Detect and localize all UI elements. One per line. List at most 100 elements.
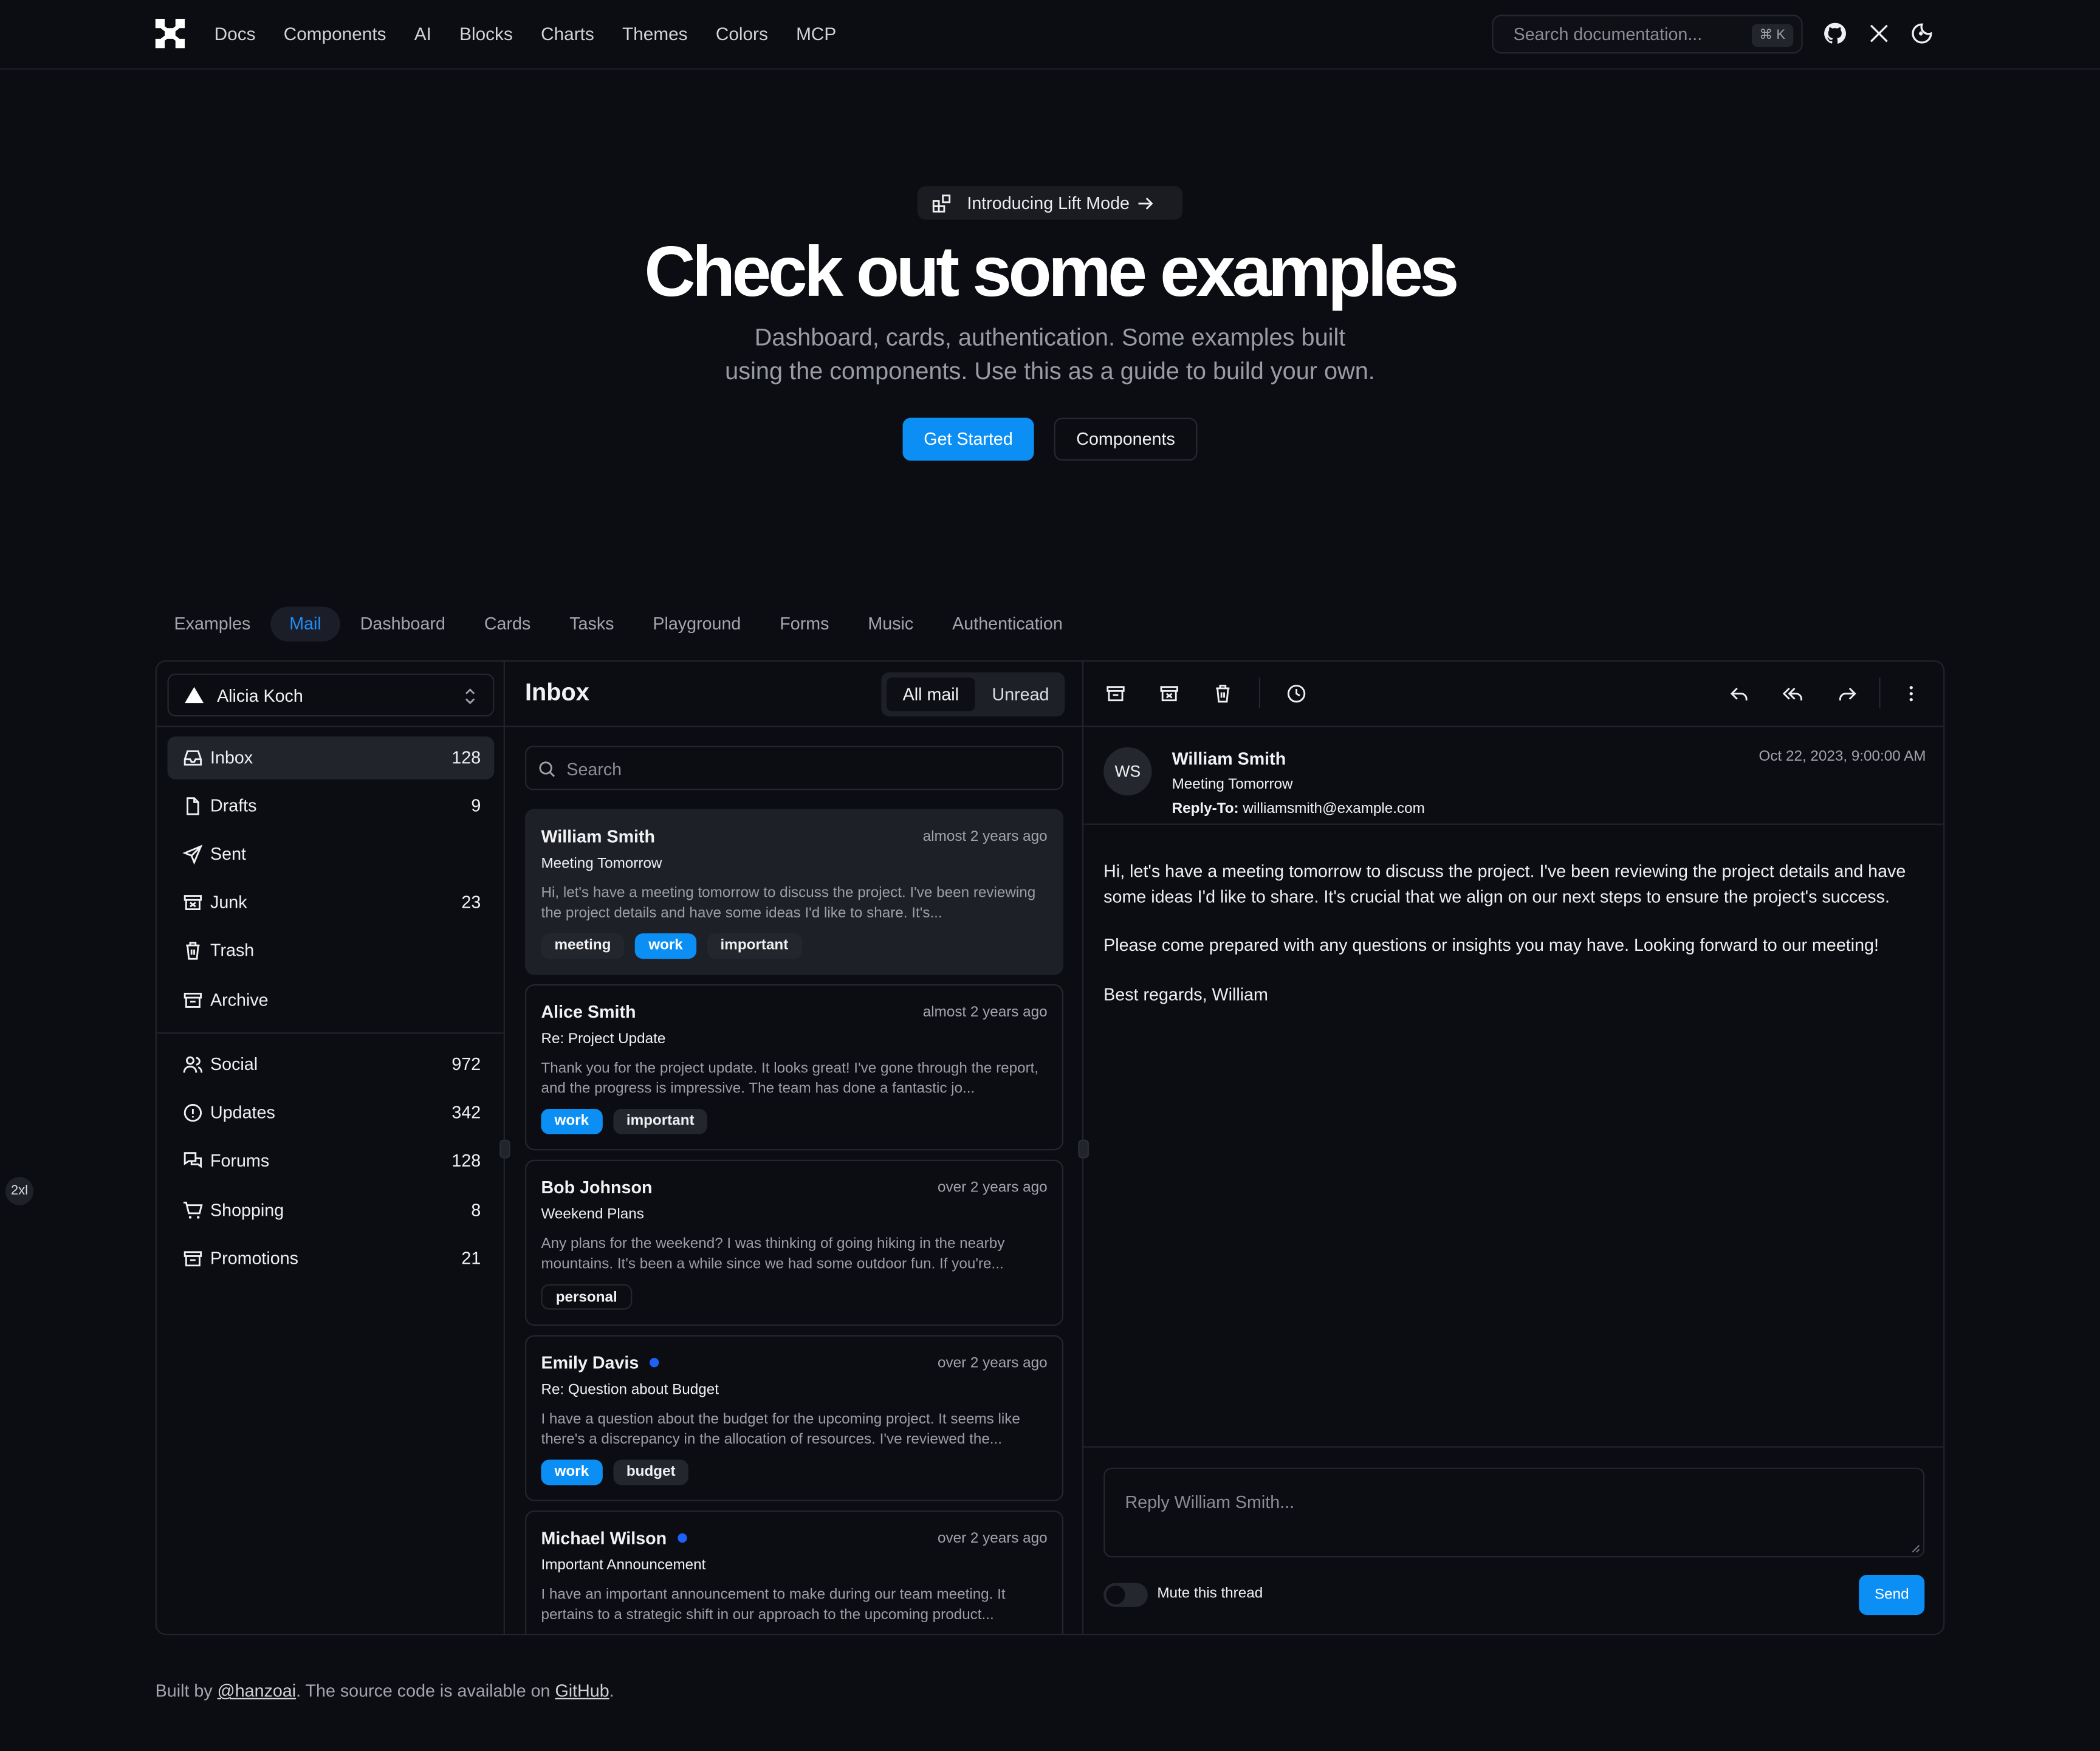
sidebar-item-shopping[interactable]: Shopping 8 bbox=[168, 1189, 495, 1232]
components-button[interactable]: Components bbox=[1054, 417, 1198, 461]
trash-icon[interactable] bbox=[1212, 683, 1234, 704]
mail-item[interactable]: William Smith almost 2 years ago Meeting… bbox=[525, 809, 1064, 975]
divider bbox=[1083, 725, 1944, 727]
tab-examples[interactable]: Examples bbox=[156, 606, 270, 641]
account-switcher[interactable]: Alicia Koch bbox=[167, 673, 495, 717]
layout-icon bbox=[932, 194, 951, 212]
tab-forms[interactable]: Forms bbox=[761, 606, 848, 641]
footer-middle: . The source code is available on bbox=[296, 1681, 555, 1701]
footer-suffix: . bbox=[609, 1681, 614, 1701]
label-badge: important bbox=[707, 933, 802, 959]
tab-music[interactable]: Music bbox=[849, 606, 933, 641]
reply-textarea[interactable]: Reply William Smith... bbox=[1103, 1467, 1925, 1558]
sidebar-item-drafts[interactable]: Drafts 9 bbox=[168, 785, 495, 828]
docs-search-input[interactable]: Search documentation... ⌘ K bbox=[1492, 15, 1803, 54]
vercel-triangle-icon bbox=[185, 687, 204, 704]
sidebar-item-forums[interactable]: Forums 128 bbox=[168, 1140, 495, 1183]
theme-toggle-icon[interactable] bbox=[1910, 21, 1934, 46]
logo-icon[interactable] bbox=[155, 18, 185, 49]
archive-icon[interactable] bbox=[1105, 683, 1126, 704]
footer-github-link[interactable]: GitHub bbox=[555, 1681, 609, 1701]
body-paragraph: Best regards, William bbox=[1103, 983, 1268, 1004]
mail-item[interactable]: Alice Smith almost 2 years ago Re: Proje… bbox=[525, 984, 1064, 1151]
users-icon bbox=[183, 1056, 203, 1073]
label-badge: personal bbox=[541, 1284, 633, 1310]
nav-link-docs[interactable]: Docs bbox=[214, 22, 256, 47]
mail-item[interactable]: Emily Davis over 2 years ago Re: Questio… bbox=[525, 1335, 1064, 1501]
nav-link-themes[interactable]: Themes bbox=[622, 22, 688, 47]
announcement-text: Introducing Lift Mode bbox=[967, 193, 1130, 213]
sidebar-item-inbox[interactable]: Inbox 128 bbox=[167, 736, 495, 780]
mail-labels: work budget bbox=[541, 1459, 689, 1485]
sidebar-item-label: Promotions bbox=[210, 1248, 298, 1269]
tab-mail[interactable]: Mail bbox=[270, 606, 340, 642]
cart-icon bbox=[183, 1201, 203, 1219]
mail-labels: work important bbox=[541, 1108, 708, 1134]
mail-sender-name: Alice Smith bbox=[541, 1001, 636, 1022]
forward-icon[interactable] bbox=[1836, 683, 1858, 704]
announcement-pill[interactable]: Introducing Lift Mode bbox=[917, 186, 1183, 220]
mail-sender: Bob Johnson bbox=[541, 1177, 652, 1197]
mail-preview: Thank you for the project update. It loo… bbox=[541, 1060, 1039, 1097]
mail-sender-name: William Smith bbox=[541, 826, 656, 846]
reply-all-icon[interactable] bbox=[1782, 683, 1804, 704]
tab-tasks[interactable]: Tasks bbox=[551, 606, 633, 641]
sidebar-item-trash[interactable]: Trash bbox=[168, 930, 495, 973]
filter-unread[interactable]: Unread bbox=[980, 677, 1060, 711]
footer-author-link[interactable]: @hanzoai bbox=[218, 1681, 296, 1701]
mail-item[interactable]: Michael Wilson over 2 years ago Importan… bbox=[525, 1510, 1064, 1634]
clock-icon[interactable] bbox=[1286, 683, 1307, 704]
more-vertical-icon[interactable] bbox=[1901, 683, 1922, 704]
label-badge: budget bbox=[612, 1459, 689, 1485]
mail-item[interactable]: Bob Johnson over 2 years ago Weekend Pla… bbox=[525, 1159, 1064, 1326]
tab-authentication[interactable]: Authentication bbox=[933, 606, 1081, 641]
reader-sender-name: William Smith bbox=[1172, 749, 1286, 769]
sidebar-item-updates[interactable]: Updates 342 bbox=[168, 1091, 495, 1134]
arrow-right-icon bbox=[1139, 197, 1154, 209]
messages-icon bbox=[184, 1152, 202, 1168]
page-title: Check out some examples bbox=[644, 233, 1459, 312]
nav-link-colors[interactable]: Colors bbox=[716, 22, 768, 47]
reply-icon[interactable] bbox=[1729, 683, 1750, 704]
mail-preview: I have a question about the budget for t… bbox=[541, 1411, 1020, 1448]
tab-cards[interactable]: Cards bbox=[465, 606, 549, 641]
mail-search-input[interactable]: Search bbox=[525, 745, 1064, 790]
x-twitter-icon[interactable] bbox=[1868, 22, 1890, 44]
sidebar-item-label: Junk bbox=[210, 891, 247, 912]
nav-link-blocks[interactable]: Blocks bbox=[459, 22, 513, 47]
label-badge: work bbox=[541, 1108, 603, 1134]
mute-thread-switch[interactable] bbox=[1103, 1583, 1148, 1607]
mail-sidebar: Alicia Koch Inbox 128 Drafts 9 Sent Junk… bbox=[156, 661, 505, 1634]
inbox-title: Inbox bbox=[525, 679, 589, 706]
nav-link-charts[interactable]: Charts bbox=[541, 22, 594, 47]
resize-grip-icon[interactable] bbox=[1911, 1544, 1920, 1553]
filter-all-mail[interactable]: All mail bbox=[887, 677, 975, 711]
sidebar-item-sent[interactable]: Sent bbox=[168, 833, 495, 876]
search-shortcut: ⌘ K bbox=[1751, 24, 1794, 47]
nav-link-components[interactable]: Components bbox=[284, 22, 386, 47]
nav-link-ai[interactable]: AI bbox=[414, 22, 431, 47]
reply-placeholder: Reply William Smith... bbox=[1125, 1492, 1295, 1512]
send-button[interactable]: Send bbox=[1859, 1575, 1925, 1616]
divider bbox=[1083, 823, 1944, 825]
sidebar-item-social[interactable]: Social 972 bbox=[168, 1043, 495, 1086]
sidebar-item-junk[interactable]: Junk 23 bbox=[168, 881, 495, 924]
mail-subject: Important Announcement bbox=[541, 1557, 706, 1574]
tab-playground[interactable]: Playground bbox=[634, 606, 760, 641]
sidebar-item-count: 8 bbox=[471, 1199, 481, 1220]
tab-dashboard[interactable]: Dashboard bbox=[341, 606, 464, 641]
sidebar-item-promotions[interactable]: Promotions 21 bbox=[168, 1238, 495, 1281]
archive-x-icon[interactable] bbox=[1159, 683, 1180, 704]
mail-app: Alicia Koch Inbox 128 Drafts 9 Sent Junk… bbox=[155, 660, 1945, 1636]
reader-subject: Meeting Tomorrow bbox=[1172, 776, 1293, 793]
nav-link-mcp[interactable]: MCP bbox=[796, 22, 836, 47]
search-placeholder: Search documentation... bbox=[1513, 24, 1703, 44]
search-icon bbox=[539, 761, 555, 777]
reader-body: Hi, let's have a meeting tomorrow to dis… bbox=[1103, 860, 1934, 1031]
sidebar-item-archive[interactable]: Archive bbox=[168, 979, 495, 1022]
get-started-button[interactable]: Get Started bbox=[902, 417, 1034, 461]
github-icon[interactable] bbox=[1823, 21, 1847, 46]
archive-icon bbox=[184, 993, 202, 1008]
sidebar-item-label: Archive bbox=[210, 989, 269, 1010]
footer: Built by @hanzoai. The source code is av… bbox=[156, 1681, 614, 1701]
